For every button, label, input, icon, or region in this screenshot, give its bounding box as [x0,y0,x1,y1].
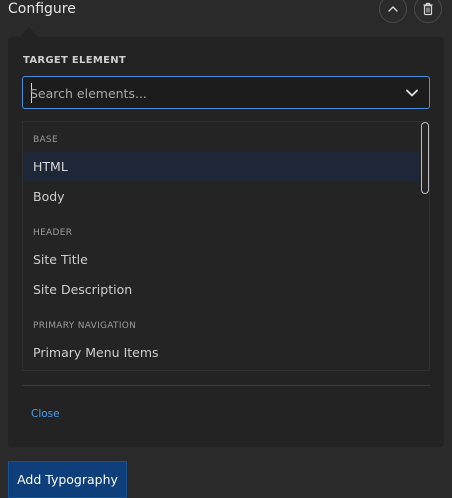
close-link[interactable]: Close [31,408,60,420]
configure-panel: TARGET ELEMENT BASE HTML Body HEADER Sit… [8,37,444,447]
configure-title: Configure [8,1,76,17]
option-site-description[interactable]: Site Description [23,275,419,305]
group-label-primary-navigation: PRIMARY NAVIGATION [33,321,137,331]
element-search-select[interactable] [22,76,430,109]
chevron-down-icon[interactable] [405,87,419,99]
collapse-button[interactable] [379,0,407,23]
delete-button[interactable] [414,0,442,23]
group-label-base: BASE [33,135,58,145]
option-primary-menu-items[interactable]: Primary Menu Items [23,338,419,368]
chevron-up-icon [388,6,398,12]
configure-header: Configure [0,0,452,28]
group-label-header: HEADER [33,228,73,238]
divider [22,385,430,386]
panel-caret [20,27,38,37]
add-typography-button[interactable]: Add Typography [8,461,127,498]
element-options-list[interactable]: BASE HTML Body HEADER Site Title Site De… [22,121,430,371]
search-input[interactable] [30,83,390,103]
target-element-label: TARGET ELEMENT [23,55,127,66]
option-site-title[interactable]: Site Title [23,245,419,275]
option-html[interactable]: HTML [23,152,419,182]
list-scrollbar[interactable] [421,122,429,194]
option-body[interactable]: Body [23,182,419,212]
trash-icon [423,2,433,16]
